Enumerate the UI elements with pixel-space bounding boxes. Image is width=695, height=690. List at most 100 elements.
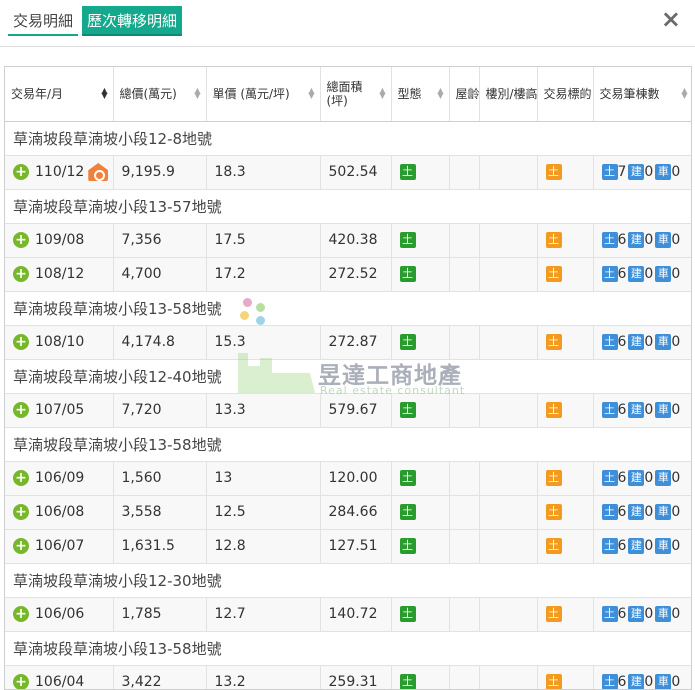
column-header-label: 交易筆棟數: [599, 86, 660, 101]
floor-cell: [479, 325, 538, 360]
land-count-value: 6: [617, 232, 627, 248]
table-row[interactable]: +106/09 1,560 13 120.00 土土土 6 建 0 車 0: [5, 461, 691, 496]
car-count-value: 0: [671, 232, 681, 248]
table-row[interactable]: +107/05 7,720 13.3 579.67 土土土 6 建 0 車 0: [5, 393, 691, 428]
unit-price-cell: 12.7: [206, 597, 321, 632]
land-target-badge: 土: [545, 334, 562, 350]
expand-plus-icon[interactable]: +: [13, 402, 29, 418]
expand-plus-icon[interactable]: +: [13, 232, 29, 248]
expand-plus-icon[interactable]: +: [13, 164, 29, 180]
expand-plus-icon[interactable]: +: [13, 504, 29, 520]
unit-price-cell: 13.2: [206, 665, 321, 689]
column-header-0[interactable]: 交易年/月 ▲ ▼: [5, 67, 114, 122]
unit-price-cell: 12.5: [206, 495, 321, 530]
target-cell: 土: [537, 393, 594, 428]
date-value: 110/12: [35, 164, 85, 180]
column-header-1[interactable]: 總價(萬元) ▲ ▼: [113, 67, 207, 122]
unit-price-value: 12.8: [214, 538, 246, 554]
count-cell: 土6建0車0: [593, 257, 691, 292]
sort-icon[interactable]: ▲ ▼: [581, 87, 587, 100]
expand-plus-icon[interactable]: +: [13, 674, 29, 689]
age-cell: [449, 223, 480, 258]
expand-plus-icon[interactable]: +: [13, 538, 29, 554]
table-row[interactable]: +106/04 3,422 13.2 259.31 土土土 6 建 0 車 0: [5, 665, 691, 690]
tab-transaction-detail[interactable]: 交易明細: [8, 6, 79, 36]
total-price-value: 1,785: [121, 606, 162, 622]
table-row[interactable]: +110/12 9,195.9 18.3 502.54 土土土 7 建 0 車 0: [5, 155, 691, 190]
land-count-badge: 土: [601, 470, 618, 486]
total-price-value: 4,700: [121, 266, 162, 282]
type-cell: 土: [391, 257, 450, 292]
land-type-badge: 土: [399, 266, 416, 282]
table-row[interactable]: +108/10 4,174.8 15.3 272.87 土土土 6 建 0 車 0: [5, 325, 691, 360]
unit-price-cell: 18.3: [206, 155, 321, 190]
date-cell: +106/07: [5, 529, 114, 564]
total-price-cell: 7,356: [113, 223, 207, 258]
date-cell: +108/10: [5, 325, 114, 360]
age-cell: [449, 461, 480, 496]
column-header-3[interactable]: 總面積 (坪) ▲ ▼: [320, 67, 392, 122]
car-count-badge: 車: [655, 538, 672, 554]
sort-icon[interactable]: ▲ ▼: [681, 87, 687, 100]
expand-plus-icon[interactable]: +: [13, 266, 29, 282]
sort-icon[interactable]: ▲ ▼: [467, 87, 473, 100]
date-value: 109/08: [35, 232, 85, 248]
column-header-6[interactable]: 樓別/樓高 ▲ ▼: [479, 67, 538, 122]
age-cell: [449, 155, 480, 190]
sort-icon[interactable]: ▲ ▼: [525, 87, 531, 100]
car-count-value: 0: [671, 334, 681, 350]
car-count-value: 0: [671, 504, 681, 520]
target-cell: 土: [537, 461, 594, 496]
table-row[interactable]: +108/12 4,700 17.2 272.52 土土土 6 建 0 車 0: [5, 257, 691, 292]
type-cell: 土: [391, 529, 450, 564]
group-title: 草湳坡段草湳坡小段13-58地號: [5, 427, 691, 462]
table-row[interactable]: +106/08 3,558 12.5 284.66 土土土 6 建 0 車 0: [5, 495, 691, 530]
sort-icon[interactable]: ▲ ▼: [379, 87, 385, 100]
house-search-icon[interactable]: [88, 163, 109, 181]
table-row[interactable]: +109/08 7,356 17.5 420.38 土土土 6 建 0 車 0: [5, 223, 691, 258]
sort-icon[interactable]: ▲ ▼: [308, 87, 314, 100]
building-count-badge: 建: [628, 164, 645, 180]
table-row[interactable]: +106/06 1,785 12.7 140.72 土土土 6 建 0 車 0: [5, 597, 691, 632]
area-cell: 420.38: [320, 223, 392, 258]
column-header-4[interactable]: 型態 ▲ ▼: [391, 67, 450, 122]
car-count-value: 0: [671, 606, 681, 622]
close-icon[interactable]: ×: [661, 5, 681, 33]
expand-plus-icon[interactable]: +: [13, 470, 29, 486]
sort-icon[interactable]: ▲ ▼: [194, 87, 200, 100]
land-target-badge: 土: [545, 470, 562, 486]
land-type-badge: 土: [399, 674, 416, 689]
total-price-value: 7,720: [121, 402, 162, 418]
tab-transfer-history[interactable]: 歷次轉移明細: [82, 6, 183, 36]
group-title: 草湳坡段草湳坡小段12-30地號: [5, 563, 691, 598]
building-count-badge: 建: [628, 334, 645, 350]
column-header-5[interactable]: 屋齡 ▲ ▼: [449, 67, 480, 122]
date-value: 106/04: [35, 674, 85, 690]
unit-price-cell: 13.3: [206, 393, 321, 428]
building-count-value: 0: [644, 606, 654, 622]
sort-icon[interactable]: ▲ ▼: [437, 87, 443, 100]
total-price-value: 3,558: [121, 504, 162, 520]
age-cell: [449, 257, 480, 292]
group-row: 草湳坡段草湳坡小段12-40地號: [5, 359, 691, 394]
area-cell: 140.72: [320, 597, 392, 632]
count-cell: 土6建0車0: [593, 495, 691, 530]
age-cell: [449, 597, 480, 632]
table-row[interactable]: +106/07 1,631.5 12.8 127.51 土土土 6 建 0 車 0: [5, 529, 691, 564]
column-header-7[interactable]: 交易標的 ▲ ▼: [537, 67, 594, 122]
group-title: 草湳坡段草湳坡小段12-8地號: [5, 121, 691, 156]
total-price-value: 9,195.9: [121, 164, 175, 180]
column-header-8[interactable]: 交易筆棟數 ▲ ▼: [593, 67, 691, 122]
building-count-badge: 建: [628, 504, 645, 520]
expand-plus-icon[interactable]: +: [13, 334, 29, 350]
land-count-value: 6: [617, 504, 627, 520]
building-count-badge: 建: [628, 402, 645, 418]
count-cell: 土6建0車0: [593, 597, 691, 632]
count-cell: 土6建0車0: [593, 529, 691, 564]
sort-icon[interactable]: ▲ ▼: [101, 87, 107, 100]
expand-plus-icon[interactable]: +: [13, 606, 29, 622]
date-cell: +109/08: [5, 223, 114, 258]
unit-price-value: 12.7: [214, 606, 246, 622]
column-header-2[interactable]: 單價 (萬元/坪) ▲ ▼: [206, 67, 321, 122]
land-type-badge: 土: [399, 232, 416, 248]
